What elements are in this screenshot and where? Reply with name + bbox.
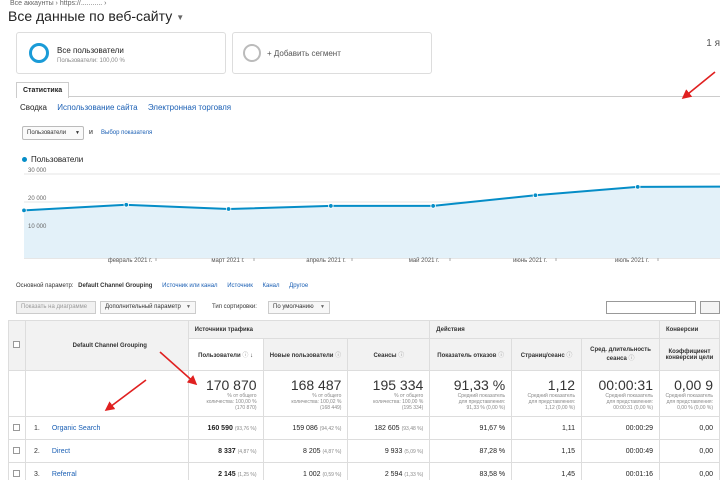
arrow-organic-search bbox=[104, 379, 147, 411]
arrow-date-range bbox=[681, 71, 716, 100]
arrow-users-total bbox=[159, 351, 198, 386]
annotation-arrows bbox=[104, 71, 716, 411]
